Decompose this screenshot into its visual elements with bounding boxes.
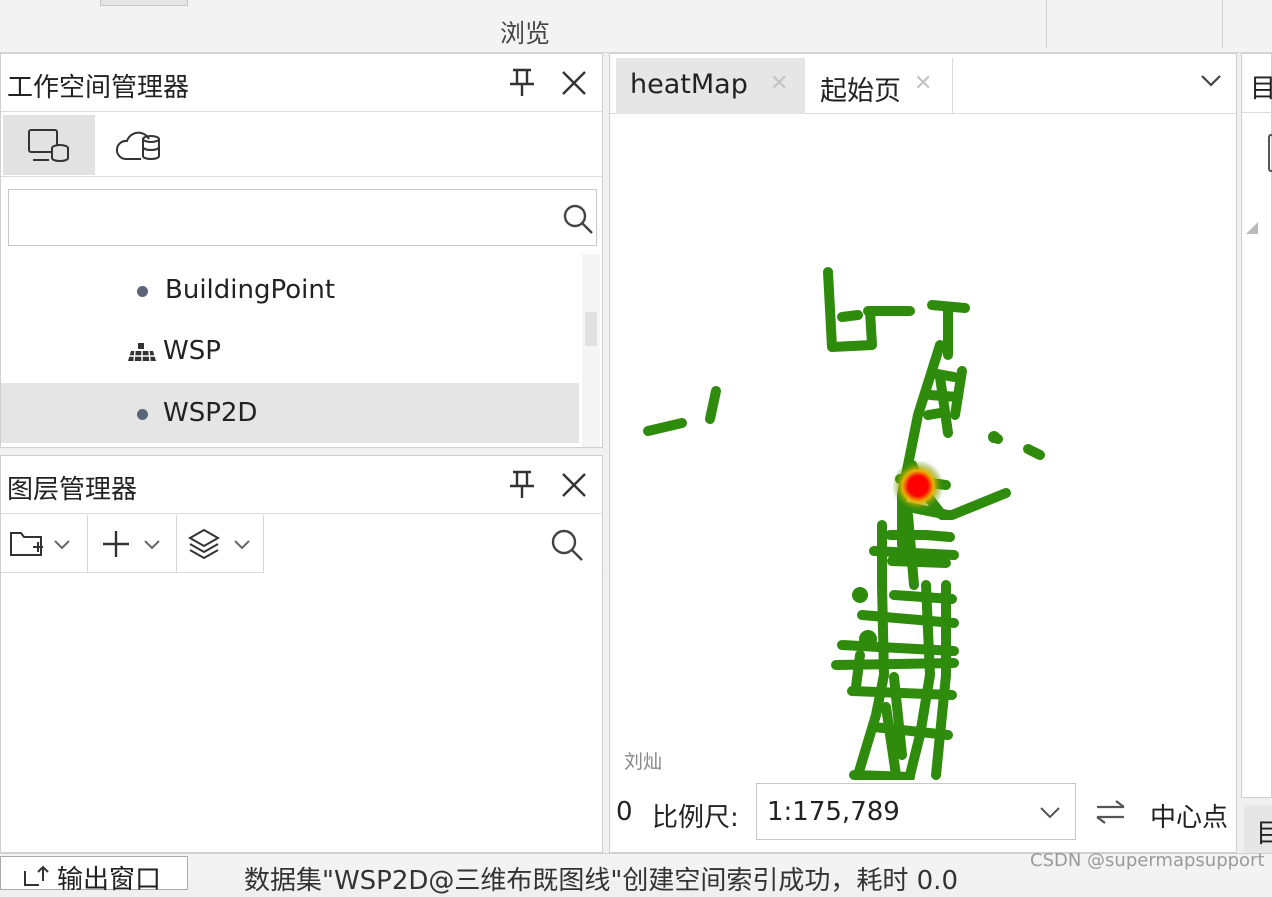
tree-item-buildingpoint[interactable]: BuildingPoint — [1, 260, 579, 320]
output-window-icon — [24, 865, 49, 886]
chevron-down-icon[interactable] — [1200, 74, 1222, 88]
chevron-down-icon — [1040, 807, 1060, 819]
ribbon-separator — [1046, 0, 1047, 48]
scale-value: 1:175,789 — [767, 797, 900, 827]
hotspot — [892, 460, 944, 512]
chevron-down-icon — [144, 540, 160, 550]
right-panel: 目 — [1241, 53, 1272, 798]
output-window-label: 输出窗口 — [57, 865, 162, 895]
3d-model-dataset-icon — [128, 343, 156, 362]
ribbon: 浏览 — [0, 0, 1272, 53]
map-canvas[interactable]: 刘灿 — [610, 115, 1236, 780]
map-status-bar: 0 比例尺: 1:175,789 中心点 — [610, 781, 1236, 852]
tab-start-page[interactable]: 起始页 ✕ — [806, 58, 953, 114]
point-dataset-icon — [137, 286, 148, 297]
search-icon[interactable] — [549, 527, 585, 563]
add-layer-button[interactable] — [95, 521, 171, 567]
right-panel-title: 目 — [1250, 74, 1272, 104]
ribbon-separator — [1222, 0, 1223, 48]
close-icon[interactable] — [559, 470, 589, 500]
layer-style-button[interactable] — [183, 521, 259, 567]
tab-cloud-database[interactable] — [97, 115, 179, 175]
layer-toolbar — [1, 515, 602, 573]
pin-icon[interactable] — [507, 468, 537, 502]
add-icon — [103, 531, 129, 557]
close-icon[interactable]: ✕ — [770, 71, 788, 96]
tree-item-wsp[interactable]: WSP — [1, 321, 579, 381]
map-tab-bar: heatMap ✕ 起始页 ✕ — [610, 54, 1236, 114]
chevron-down-icon — [234, 540, 250, 550]
tab-label: 起始页 — [820, 76, 901, 107]
tree-item-wsp2d[interactable]: WSP2D — [1, 383, 579, 443]
new-folder-icon — [10, 532, 43, 556]
map-watermark: 刘灿 — [624, 751, 663, 773]
swap-icon[interactable] — [1094, 799, 1128, 825]
expand-triangle-icon[interactable] — [1246, 222, 1258, 234]
pin-icon[interactable] — [507, 66, 537, 100]
scale-label: 比例尺: — [652, 803, 739, 833]
tree-scrollbar[interactable] — [582, 254, 600, 447]
status-left-value: 0 — [616, 797, 633, 827]
source-tabs — [1, 113, 602, 177]
right-panel-bottom-tab[interactable]: 目 — [1244, 805, 1272, 853]
source-watermark: CSDN @supermapsupport — [1030, 850, 1265, 871]
ribbon-button[interactable] — [100, 0, 188, 6]
right-panel-divider — [1242, 112, 1272, 113]
scrollbar-thumb[interactable] — [585, 312, 597, 346]
search-icon[interactable] — [561, 202, 595, 236]
panel-title: 工作空间管理器 — [7, 73, 190, 103]
tab-local-database[interactable] — [3, 115, 95, 175]
tree-item-label: WSP2D — [163, 398, 258, 428]
local-database-icon — [28, 129, 69, 163]
scale-select[interactable]: 1:175,789 — [756, 783, 1076, 840]
ribbon-group-label: 浏览 — [499, 19, 550, 48]
output-message: 数据集"WSP2D@三维布既图线"创建空间索引成功，耗时 0.0 — [244, 866, 958, 896]
close-icon[interactable] — [559, 68, 589, 98]
workspace-tree: BuildingPoint WSP WSP2D — [1, 254, 602, 447]
toolbar-separator — [176, 515, 177, 573]
bottom-bar: 输出窗口 数据集"WSP2D@三维布既图线"创建空间索引成功，耗时 0.0 CS… — [0, 850, 1272, 896]
layers-icon — [187, 528, 221, 560]
layer-list — [1, 574, 602, 852]
right-panel-bottom-label: 目 — [1256, 819, 1272, 849]
tree-item-label: BuildingPoint — [165, 275, 336, 305]
output-window-tab[interactable]: 输出窗口 — [0, 856, 188, 895]
heatmap-routes — [643, 267, 1045, 780]
layer-manager-panel: 图层管理器 — [0, 455, 603, 853]
workspace-search-input[interactable] — [8, 189, 597, 246]
chevron-down-icon — [54, 540, 70, 550]
toolbar-separator — [87, 515, 88, 573]
workspace-manager-panel: 工作空间管理器 BuildingPoint WSP WSP2D — [0, 53, 603, 448]
cloud-database-icon — [116, 131, 160, 161]
tab-label: heatMap — [630, 69, 748, 100]
map-window: heatMap ✕ 起始页 ✕ 刘灿 0 比例尺: 1:175,789 中心点 — [609, 53, 1237, 853]
close-icon[interactable]: ✕ — [914, 71, 932, 96]
center-point-label: 中心点 — [1150, 803, 1229, 833]
right-panel-icon[interactable] — [1268, 134, 1272, 172]
tab-heatmap[interactable]: heatMap ✕ — [616, 58, 805, 114]
tree-item-label: WSP — [163, 336, 221, 366]
panel-title: 图层管理器 — [7, 475, 138, 505]
point-dataset-icon — [137, 409, 148, 420]
new-folder-button[interactable] — [5, 521, 81, 567]
panel-header: 图层管理器 — [1, 456, 602, 514]
panel-header: 工作空间管理器 — [1, 54, 602, 112]
layer-search-input[interactable] — [264, 515, 601, 573]
